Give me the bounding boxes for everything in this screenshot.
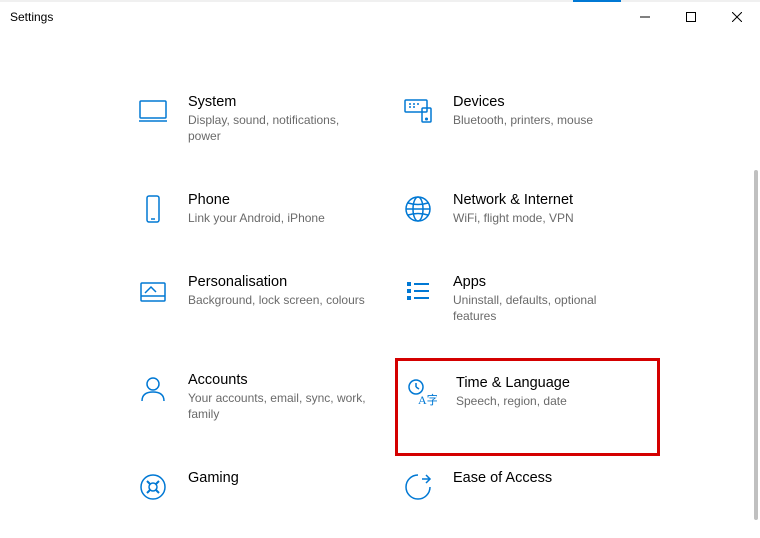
tile-title: Time & Language [456, 375, 570, 391]
ease-of-access-icon [401, 470, 435, 504]
titlebar-accent [573, 0, 621, 2]
accounts-icon [136, 372, 170, 406]
tile-desc: Display, sound, notifications, power [188, 112, 368, 144]
tile-desc: Uninstall, defaults, optional features [453, 292, 633, 324]
tile-ease-of-access[interactable]: Ease of Access [395, 456, 660, 538]
tile-devices[interactable]: Devices Bluetooth, printers, mouse [395, 80, 660, 178]
tile-title: Network & Internet [453, 192, 574, 208]
tile-phone[interactable]: Phone Link your Android, iPhone [130, 178, 395, 260]
close-button[interactable] [714, 2, 760, 32]
apps-icon [401, 274, 435, 308]
tile-accounts[interactable]: Accounts Your accounts, email, sync, wor… [130, 358, 395, 456]
phone-icon [136, 192, 170, 226]
window-title: Settings [10, 10, 53, 24]
tile-system[interactable]: System Display, sound, notifications, po… [130, 80, 395, 178]
tile-title: Apps [453, 274, 633, 290]
tile-title: System [188, 94, 368, 110]
settings-grid: System Display, sound, notifications, po… [130, 80, 742, 538]
tile-desc: Link your Android, iPhone [188, 210, 325, 226]
tile-title: Ease of Access [453, 470, 552, 486]
globe-icon [401, 192, 435, 226]
minimize-button[interactable] [622, 2, 668, 32]
tile-personalisation[interactable]: Personalisation Background, lock screen,… [130, 260, 395, 358]
tile-network[interactable]: Network & Internet WiFi, flight mode, VP… [395, 178, 660, 260]
tile-title: Gaming [188, 470, 239, 486]
tile-title: Phone [188, 192, 325, 208]
tile-title: Devices [453, 94, 593, 110]
tile-desc: Bluetooth, printers, mouse [453, 112, 593, 128]
devices-icon [401, 94, 435, 128]
tile-title: Personalisation [188, 274, 365, 290]
window-controls [622, 2, 760, 32]
maximize-button[interactable] [668, 2, 714, 32]
tile-title: Accounts [188, 372, 368, 388]
tile-desc: WiFi, flight mode, VPN [453, 210, 574, 226]
system-icon [136, 94, 170, 128]
personalisation-icon [136, 274, 170, 308]
tile-desc: Speech, region, date [456, 393, 570, 409]
tile-desc: Background, lock screen, colours [188, 292, 365, 308]
tile-apps[interactable]: Apps Uninstall, defaults, optional featu… [395, 260, 660, 358]
tile-time-language[interactable]: A字 Time & Language Speech, region, date [395, 358, 660, 456]
tile-gaming[interactable]: Gaming [130, 456, 395, 538]
tile-desc: Your accounts, email, sync, work, family [188, 390, 368, 422]
svg-text:A字: A字 [418, 392, 437, 407]
scrollbar[interactable] [754, 170, 758, 520]
titlebar: Settings [0, 0, 760, 32]
time-language-icon: A字 [404, 375, 438, 409]
gaming-icon [136, 470, 170, 504]
